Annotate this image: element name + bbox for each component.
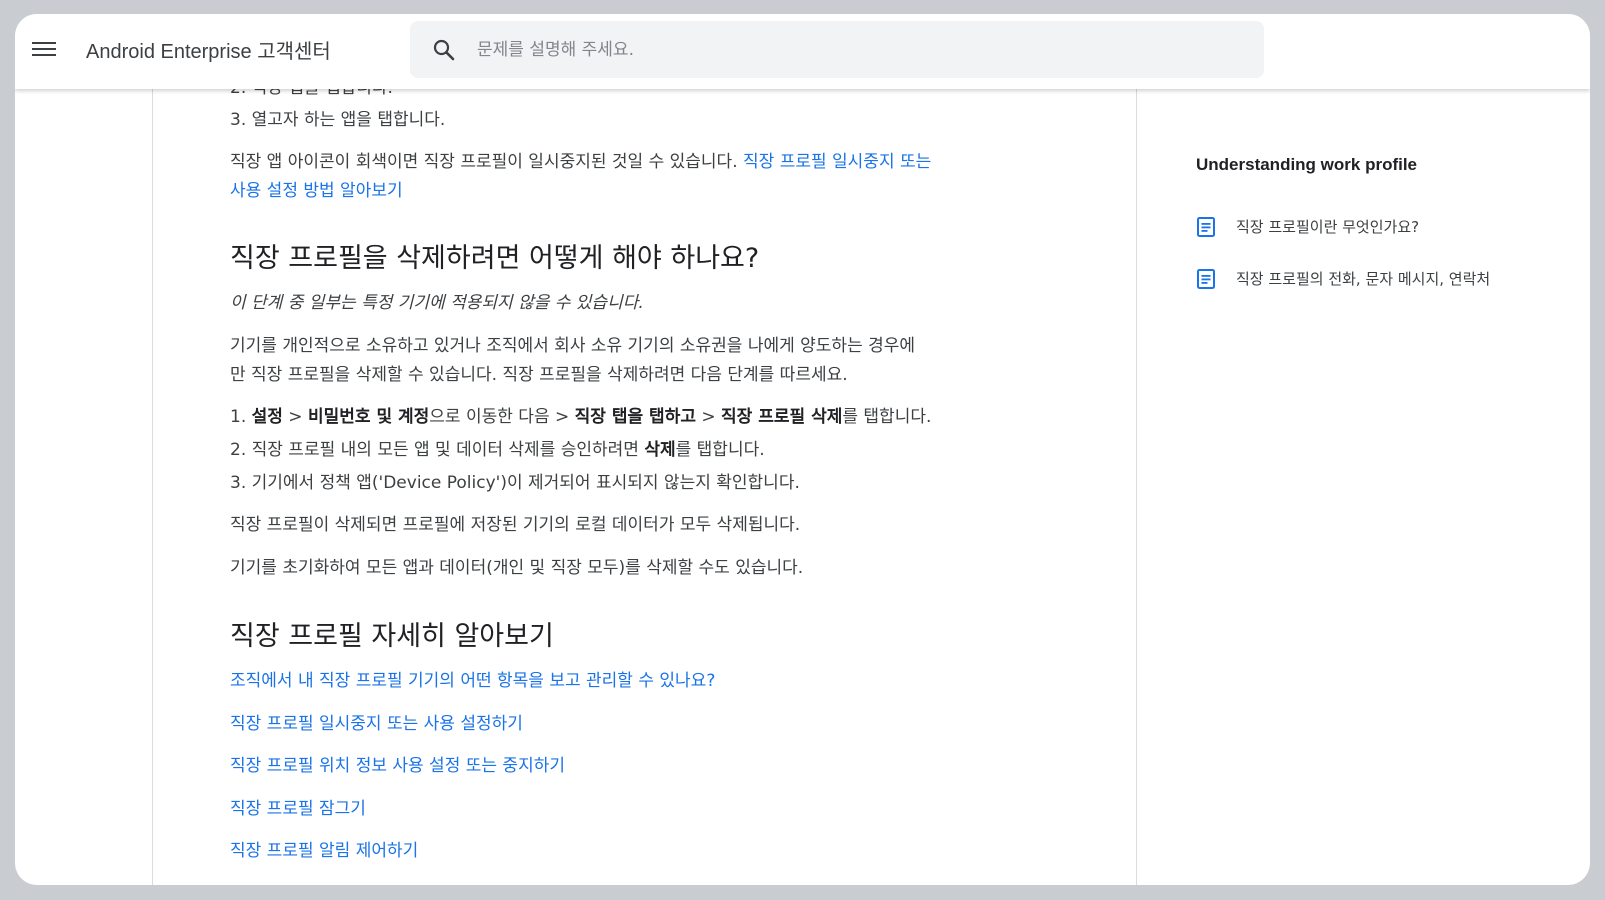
menu-icon[interactable] <box>32 39 56 63</box>
delete-step-3: 3. 기기에서 정책 앱('Device Policy')이 제거되어 표시되지… <box>230 473 800 493</box>
search-icon[interactable] <box>432 38 456 62</box>
step-1-accounts: 비밀번호 및 계정 <box>307 407 430 427</box>
search-bar[interactable] <box>410 21 1264 78</box>
learn-link-lock-profile[interactable]: 직장 프로필 잠그기 <box>230 795 366 823</box>
delete-note: 이 단계 중 일부는 특정 기기에 적용되지 않을 수 있습니다. <box>230 293 644 313</box>
step-1-separator: > <box>549 407 575 427</box>
content-divider-left <box>152 14 153 885</box>
learn-more-heading: 직장 프로필 자세히 알아보기 <box>230 621 554 652</box>
article-icon <box>1197 217 1215 237</box>
paused-note: 직장 앱 아이콘이 회색이면 직장 프로필이 일시중지된 것일 수 있습니다. … <box>230 148 931 176</box>
step-1-settings: 설정 <box>251 407 283 427</box>
step-1-middle: 으로 이동한 다음 <box>429 407 550 427</box>
paused-learn-link-part1[interactable]: 직장 프로필 일시중지 또는 <box>743 152 931 172</box>
paused-learn-link-part2[interactable]: 사용 설정 방법 알아보기 <box>230 181 403 201</box>
step-1-separator: > <box>282 407 308 427</box>
browser-viewport: 2. 직장 탭을 탭합니다. 3. 열고자 하는 앱을 탭합니다. 직장 앱 아… <box>15 14 1590 885</box>
step-1-work-tab: 직장 탭을 탭하고 <box>574 407 696 427</box>
paused-note-text: 직장 앱 아이콘이 회색이면 직장 프로필이 일시중지된 것일 수 있습니다. <box>230 152 738 172</box>
step-1-separator: > <box>695 407 722 427</box>
learn-link-notifications[interactable]: 직장 프로필 알림 제어하기 <box>230 837 418 865</box>
step-2-delete: 삭제 <box>644 440 676 460</box>
learn-link-pause-profile[interactable]: 직장 프로필 일시중지 또는 사용 설정하기 <box>230 710 523 738</box>
sidebar-item-label: 직장 프로필이란 무엇인가요? <box>1236 218 1420 236</box>
delete-intro-line1: 기기를 개인적으로 소유하고 있거나 조직에서 회사 소유 기기의 소유권을 나… <box>230 336 916 356</box>
delete-intro-line2: 만 직장 프로필을 삭제할 수 있습니다. 직장 프로필을 삭제하려면 다음 단… <box>230 365 848 385</box>
step-1-delete-profile: 직장 프로필 삭제 <box>721 407 843 427</box>
after-delete-text: 직장 프로필이 삭제되면 프로필에 저장된 기기의 로컬 데이터가 모두 삭제됩… <box>230 515 801 535</box>
site-title[interactable]: Android Enterprise 고객센터 <box>86 35 331 64</box>
step-1-number: 1. <box>230 407 252 427</box>
search-input[interactable] <box>475 29 1239 71</box>
top-app-bar: Android Enterprise 고객센터 <box>15 14 1590 89</box>
paused-note-line2: 사용 설정 방법 알아보기 <box>230 177 403 205</box>
learn-link-location[interactable]: 직장 프로필 위치 정보 사용 설정 또는 중지하기 <box>230 752 565 780</box>
step-1-end: 를 탭합니다. <box>842 407 932 427</box>
delete-step-2: 2. 직장 프로필 내의 모든 앱 및 데이터 삭제를 승인하려면 삭제를 탭합… <box>230 436 765 464</box>
factory-reset-text: 기기를 초기화하여 모든 앱과 데이터(개인 및 직장 모두)를 삭제할 수도 … <box>230 558 804 578</box>
sidebar-item-label: 직장 프로필의 전화, 문자 메시지, 연락처 <box>1236 270 1491 288</box>
article-icon <box>1197 269 1215 289</box>
content-divider-right <box>1136 14 1137 885</box>
step-open-app: 3. 열고자 하는 앱을 탭합니다. <box>230 110 446 130</box>
step-2-end: 를 탭합니다. <box>675 440 765 460</box>
step-2-text: 2. 직장 프로필 내의 모든 앱 및 데이터 삭제를 승인하려면 <box>230 440 645 460</box>
sidebar-title: Understanding work profile <box>1196 155 1418 174</box>
learn-link-manage-items[interactable]: 조직에서 내 직장 프로필 기기의 어떤 항목을 보고 관리할 수 있나요? <box>230 667 715 695</box>
delete-profile-heading: 직장 프로필을 삭제하려면 어떻게 해야 하나요? <box>230 243 760 274</box>
delete-step-1: 1. 설정 > 비밀번호 및 계정으로 이동한 다음 > 직장 탭을 탭하고 >… <box>230 403 931 431</box>
